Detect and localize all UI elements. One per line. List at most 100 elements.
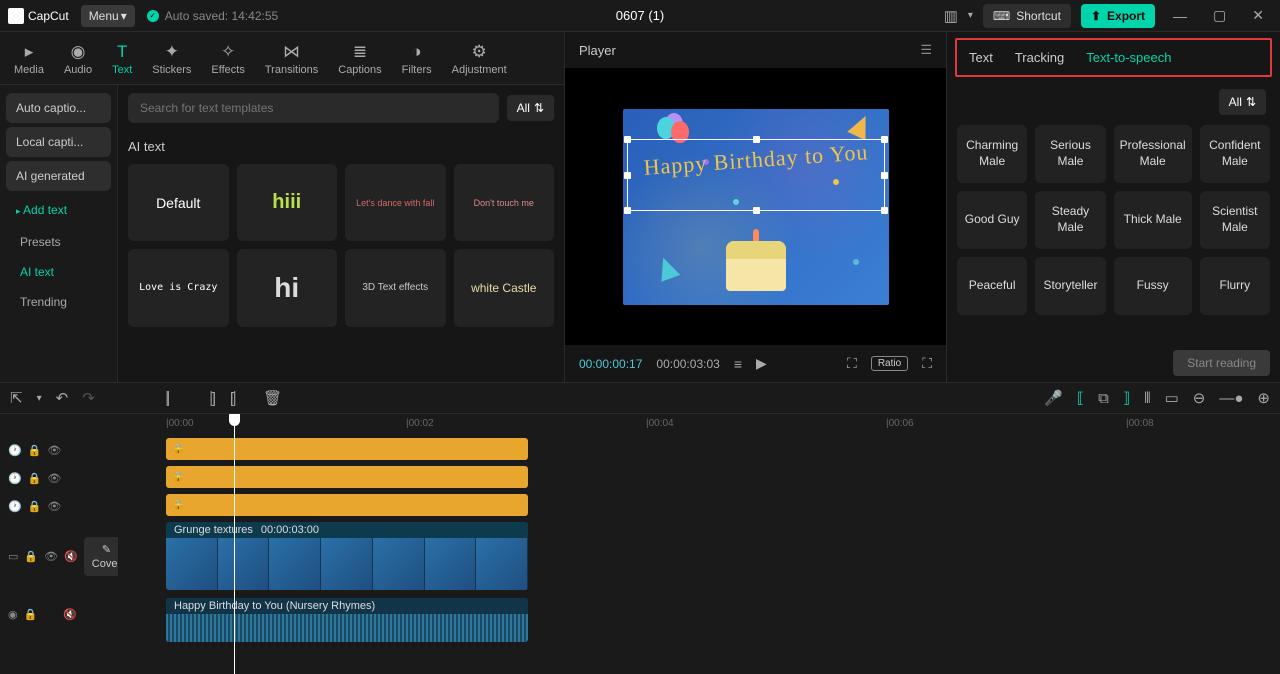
voice-option[interactable]: Scientist Male [1200, 191, 1270, 249]
text-clip[interactable]: 🔒 [166, 494, 528, 516]
chevron-down-icon[interactable]: ▾ [968, 10, 973, 21]
voice-option[interactable]: Storyteller [1035, 257, 1105, 315]
search-input[interactable] [128, 93, 499, 123]
sidebar-add-text[interactable]: Add text [6, 195, 111, 225]
layout-icon[interactable]: ▥ [944, 7, 958, 25]
track-lanes[interactable]: |00:00 |00:02 |00:04 |00:06 |00:08 🔒 🔒 🔒… [118, 414, 1280, 674]
undo-icon[interactable]: ↶ [56, 389, 69, 407]
minimize-icon[interactable]: — [1165, 4, 1195, 28]
menu-button[interactable]: Menu▾ [81, 5, 135, 27]
tab-filters[interactable]: ◑Filters [392, 38, 442, 84]
voice-option[interactable]: Fussy [1114, 257, 1192, 315]
template-item[interactable]: Love is Crazy [128, 249, 229, 326]
mute-icon[interactable]: 🔇 [64, 550, 78, 563]
close-icon[interactable]: ✕ [1244, 3, 1272, 28]
clock-icon[interactable]: 🕐 [8, 444, 22, 457]
magnet-icon[interactable]: ⧉ [1098, 390, 1109, 407]
zoom-slider[interactable]: —● [1219, 390, 1243, 407]
tab-media[interactable]: ▸Media [4, 38, 54, 84]
zoom-in-icon[interactable]: ⊕ [1257, 389, 1270, 407]
start-reading-button[interactable]: Start reading [1173, 350, 1270, 376]
ratio-button[interactable]: Ratio [871, 356, 908, 371]
voice-option[interactable]: Charming Male [957, 125, 1027, 183]
voice-option[interactable]: Serious Male [1035, 125, 1105, 183]
split-icon[interactable]: ⎹⎸ [153, 390, 183, 407]
rtab-text[interactable]: Text [969, 50, 993, 65]
tab-captions[interactable]: ≣Captions [328, 38, 391, 84]
preview-icon[interactable]: ▭ [1165, 389, 1179, 407]
shortcut-button[interactable]: ⌨Shortcut [983, 4, 1071, 28]
bars-icon[interactable]: ≡ [734, 356, 742, 372]
maximize-icon[interactable]: ▢ [1205, 3, 1234, 28]
mute-icon[interactable]: 🔇 [63, 608, 77, 621]
eye-icon[interactable]: 👁 [47, 500, 61, 513]
sidebar-presets[interactable]: Presets [6, 229, 111, 255]
export-button[interactable]: ⬆Export [1081, 4, 1155, 28]
rtab-tracking[interactable]: Tracking [1015, 50, 1064, 65]
delete-icon[interactable]: 🗑 [263, 389, 282, 407]
template-item[interactable]: Don't touch me [454, 164, 555, 241]
voice-option[interactable]: Steady Male [1035, 191, 1105, 249]
lock-icon[interactable]: 🔒 [28, 472, 42, 485]
sidebar-local-captions[interactable]: Local capti... [6, 127, 111, 157]
tab-transitions[interactable]: ⋈Transitions [255, 38, 328, 84]
video-icon[interactable]: ▭ [8, 550, 18, 563]
tab-adjustment[interactable]: ⚙Adjustment [442, 38, 517, 84]
template-item[interactable]: white Castle [454, 249, 555, 326]
template-item[interactable]: hi [237, 249, 338, 326]
trim-left-icon[interactable]: ⎹] [197, 390, 216, 407]
eye-icon[interactable]: 👁 [44, 550, 58, 563]
redo-icon[interactable]: ↷ [82, 389, 95, 407]
fullscreen-icon[interactable]: ⛶ [922, 355, 932, 372]
voice-option[interactable]: Flurry [1200, 257, 1270, 315]
playhead[interactable] [234, 414, 235, 674]
mic-icon[interactable]: 🎤 [1044, 389, 1063, 407]
crop-icon[interactable]: ⛶ [847, 355, 857, 372]
sidebar-ai-generated[interactable]: AI generated [6, 161, 111, 191]
clock-icon[interactable]: 🕐 [8, 472, 22, 485]
ruler[interactable]: |00:00 |00:02 |00:04 |00:06 |00:08 [118, 414, 1280, 436]
sidebar-ai-text[interactable]: AI text [6, 259, 111, 285]
all-filter[interactable]: All⇅ [507, 95, 554, 121]
voice-option[interactable]: Peaceful [957, 257, 1027, 315]
lock-icon[interactable]: 🔒 [24, 550, 38, 563]
magnet-left-icon[interactable]: ⟦ [1077, 389, 1084, 407]
voice-option[interactable]: Professional Male [1114, 125, 1192, 183]
cursor-icon[interactable]: ⇱ [10, 389, 23, 407]
video-clip[interactable]: Grunge textures00:00:03:00 [166, 522, 528, 590]
template-item[interactable]: Default [128, 164, 229, 241]
preview-area[interactable]: Happy Birthday to You [565, 68, 946, 345]
lock-icon[interactable]: 🔒 [24, 608, 38, 621]
voice-option[interactable]: Good Guy [957, 191, 1027, 249]
voice-option[interactable]: Thick Male [1114, 191, 1192, 249]
lock-icon[interactable]: 🔒 [28, 500, 42, 513]
tab-effects[interactable]: ✧Effects [201, 38, 254, 84]
zoom-out-icon[interactable]: ⊖ [1193, 389, 1206, 407]
template-item[interactable]: 3D Text effects [345, 249, 446, 326]
align-icon[interactable]: ⫴ [1144, 390, 1150, 407]
play-icon[interactable]: ▶ [756, 355, 767, 372]
magnet-right-icon[interactable]: ⟧ [1123, 389, 1130, 407]
sidebar-auto-captions[interactable]: Auto captio... [6, 93, 111, 123]
rtab-tts[interactable]: Text-to-speech [1086, 50, 1171, 65]
lock-icon[interactable]: 🔒 [28, 444, 42, 457]
clock-icon[interactable]: 🕐 [8, 500, 22, 513]
chevron-down-icon[interactable]: ▾ [37, 393, 42, 404]
sidebar-trending[interactable]: Trending [6, 289, 111, 315]
audio-clip[interactable]: Happy Birthday to You (Nursery Rhymes) [166, 598, 528, 642]
template-item[interactable]: Let's dance with fall [345, 164, 446, 241]
tab-text[interactable]: TText [102, 38, 142, 84]
template-item[interactable]: hiii [237, 164, 338, 241]
voice-option[interactable]: Confident Male [1200, 125, 1270, 183]
audio-icon[interactable]: ◉ [8, 608, 18, 621]
selection-box[interactable] [627, 139, 885, 211]
text-clip[interactable]: 🔒 [166, 438, 528, 460]
tab-audio[interactable]: ◉Audio [54, 38, 102, 84]
trim-right-icon[interactable]: [⎸ [230, 390, 249, 407]
voice-all-filter[interactable]: All⇅ [1219, 89, 1266, 115]
text-clip[interactable]: 🔒 [166, 466, 528, 488]
hamburger-icon[interactable]: ☰ [920, 42, 932, 58]
eye-icon[interactable]: 👁 [47, 444, 61, 457]
eye-icon[interactable]: 👁 [47, 472, 61, 485]
tab-stickers[interactable]: ✦Stickers [142, 38, 201, 84]
